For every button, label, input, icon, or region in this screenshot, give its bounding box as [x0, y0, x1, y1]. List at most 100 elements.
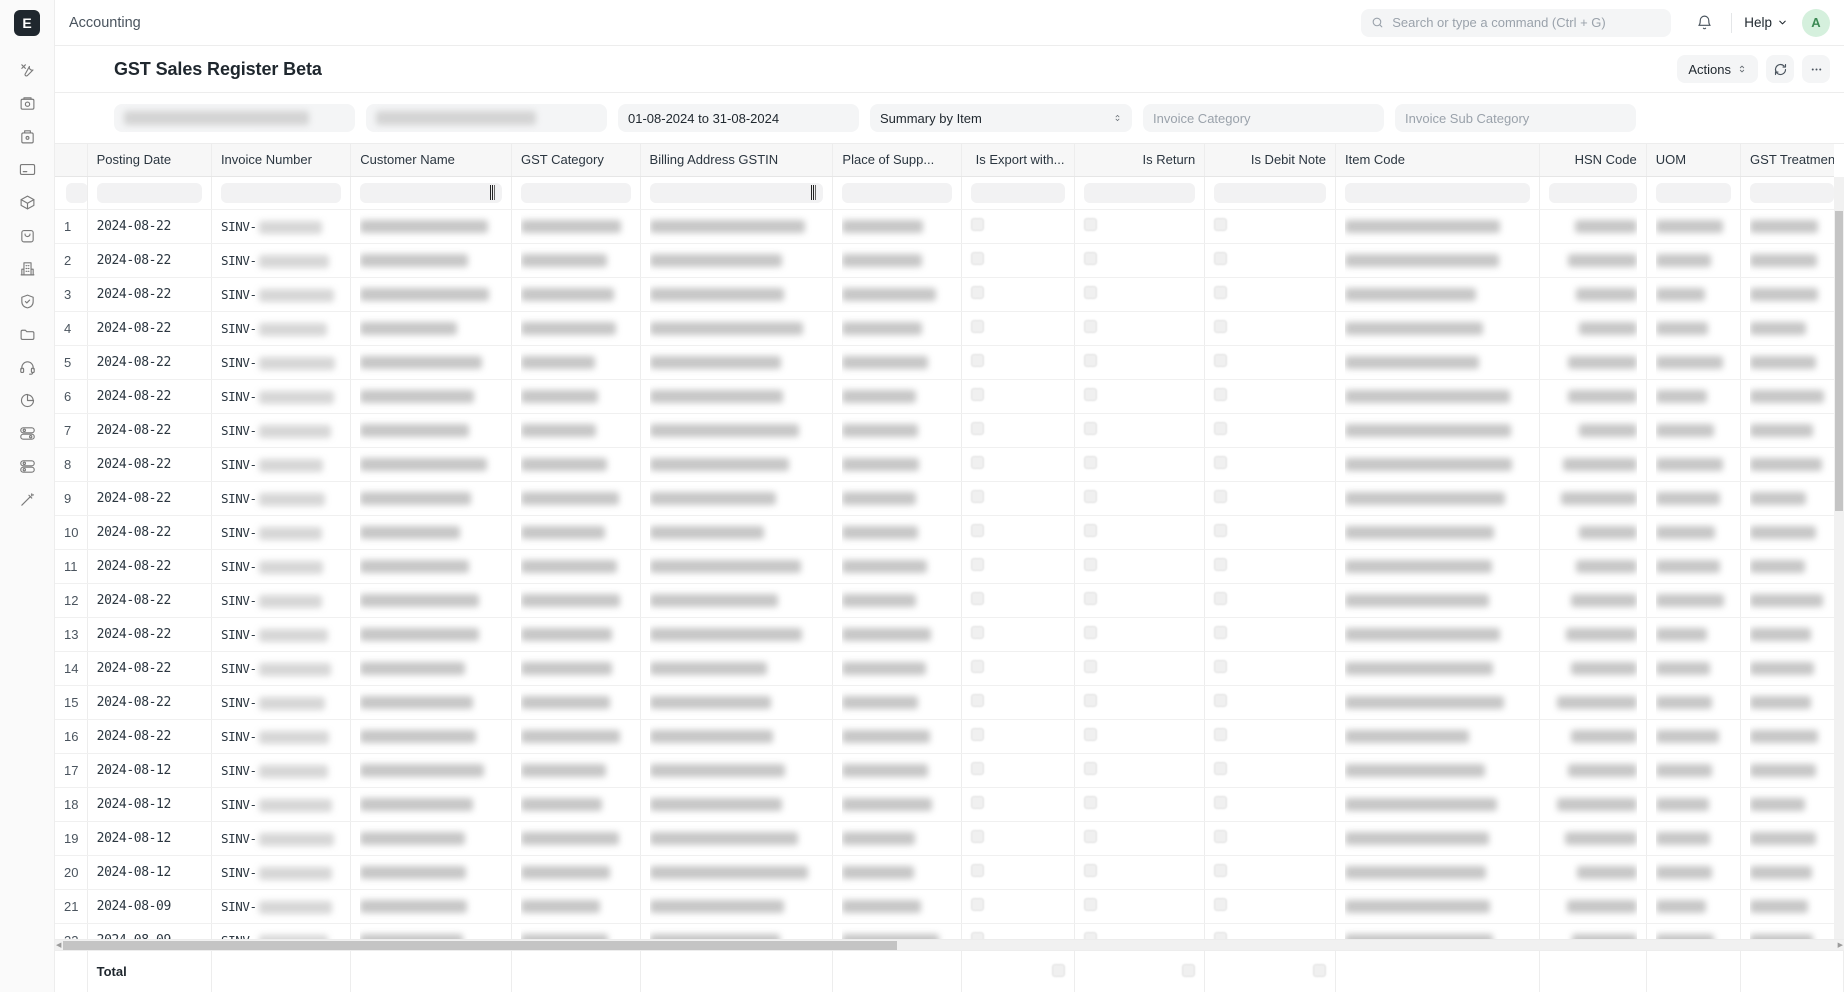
- cell-customer[interactable]: [350, 753, 512, 788]
- checkbox[interactable]: [1083, 490, 1097, 503]
- column-filter-isdebit[interactable]: [1204, 176, 1336, 210]
- cell-invoice[interactable]: SINV-: [211, 685, 352, 720]
- cell-isexport[interactable]: [961, 889, 1075, 924]
- column-header-treatment[interactable]: GST Treatment: [1740, 144, 1834, 177]
- cell-uom[interactable]: [1646, 447, 1742, 482]
- cell-customer[interactable]: [350, 345, 512, 380]
- cell-invoice[interactable]: SINV-: [211, 311, 352, 346]
- checkbox[interactable]: [1214, 456, 1228, 469]
- cell-idx[interactable]: 10: [55, 515, 88, 550]
- cell-idx[interactable]: 16: [55, 719, 88, 754]
- cell-gstin[interactable]: [640, 787, 834, 822]
- cell-isreturn[interactable]: [1074, 651, 1206, 686]
- cell-isdebit[interactable]: [1204, 685, 1336, 720]
- checkbox[interactable]: [1214, 252, 1228, 265]
- checkbox[interactable]: [1182, 963, 1196, 977]
- cell-gstin[interactable]: [640, 515, 834, 550]
- date-range-filter[interactable]: 01-08-2024 to 31-08-2024: [618, 104, 859, 132]
- cell-place[interactable]: [832, 889, 962, 924]
- cell-isreturn[interactable]: [1074, 685, 1206, 720]
- checkbox[interactable]: [971, 456, 984, 469]
- cell-gstcat[interactable]: [511, 243, 641, 278]
- cell-gstcat[interactable]: [511, 311, 641, 346]
- checkbox[interactable]: [1214, 218, 1228, 231]
- table-row[interactable]: 8 2024-08-22 SINV-: [55, 447, 1834, 482]
- cell-hsn[interactable]: [1539, 413, 1647, 448]
- cell-treatment[interactable]: [1740, 481, 1834, 516]
- cell-itemcode[interactable]: [1335, 515, 1540, 550]
- cell-idx[interactable]: 7: [55, 413, 88, 448]
- cell-customer[interactable]: [350, 243, 512, 278]
- cell-hsn[interactable]: [1539, 345, 1647, 380]
- column-header-gstin[interactable]: Billing Address GSTIN: [640, 144, 834, 177]
- sidebar-item-stock[interactable]: [11, 186, 44, 219]
- column-filter-input[interactable]: [96, 183, 202, 203]
- cell-idx[interactable]: 20: [55, 855, 88, 890]
- cell-gstcat[interactable]: [511, 515, 641, 550]
- cell-hsn[interactable]: [1539, 583, 1647, 618]
- cell-hsn[interactable]: [1539, 685, 1647, 720]
- cell-place[interactable]: [832, 345, 962, 380]
- sidebar-item-support[interactable]: [11, 351, 44, 384]
- cell-place[interactable]: [832, 243, 962, 278]
- cell-isexport[interactable]: [961, 651, 1075, 686]
- checkbox[interactable]: [971, 660, 984, 673]
- cell-posting[interactable]: 2024-08-12: [87, 787, 212, 822]
- table-row[interactable]: 20 2024-08-12 SINV-: [55, 855, 1834, 890]
- cell-isexport[interactable]: [961, 515, 1075, 550]
- cell-idx[interactable]: 21: [55, 889, 88, 924]
- cell-posting[interactable]: 2024-08-22: [87, 515, 212, 550]
- cell-itemcode[interactable]: [1335, 345, 1540, 380]
- cell-isdebit[interactable]: [1204, 889, 1336, 924]
- cell-gstin[interactable]: [640, 209, 834, 244]
- cell-customer[interactable]: [350, 685, 512, 720]
- checkbox[interactable]: [1214, 558, 1228, 571]
- cell-posting[interactable]: 2024-08-22: [87, 651, 212, 686]
- cell-place[interactable]: [832, 719, 962, 754]
- cell-posting[interactable]: 2024-08-22: [87, 447, 212, 482]
- cell-uom[interactable]: [1646, 889, 1742, 924]
- cell-itemcode[interactable]: [1335, 277, 1540, 312]
- cell-customer[interactable]: [350, 413, 512, 448]
- column-header-posting[interactable]: Posting Date: [87, 144, 212, 177]
- column-filter-uom[interactable]: [1646, 176, 1742, 210]
- checkbox[interactable]: [971, 286, 984, 299]
- cell-isexport[interactable]: [961, 685, 1075, 720]
- cell-gstin[interactable]: [640, 923, 834, 939]
- cell-isdebit[interactable]: [1204, 549, 1336, 584]
- cell-invoice[interactable]: SINV-: [211, 719, 352, 754]
- sidebar-item-payments[interactable]: [11, 153, 44, 186]
- cell-gstcat[interactable]: [511, 617, 641, 652]
- table-row[interactable]: 15 2024-08-22 SINV-: [55, 685, 1834, 720]
- cell-uom[interactable]: [1646, 651, 1742, 686]
- invoice-sub-category-filter[interactable]: Invoice Sub Category: [1395, 104, 1636, 132]
- cell-treatment[interactable]: [1740, 277, 1834, 312]
- cell-hsn[interactable]: [1539, 787, 1647, 822]
- table-row[interactable]: 4 2024-08-22 SINV-: [55, 311, 1834, 346]
- column-header-idx[interactable]: [55, 144, 88, 177]
- checkbox[interactable]: [1083, 320, 1097, 333]
- cell-posting[interactable]: 2024-08-22: [87, 345, 212, 380]
- app-logo[interactable]: E: [14, 10, 40, 36]
- cell-treatment[interactable]: [1740, 821, 1834, 856]
- cell-itemcode[interactable]: [1335, 549, 1540, 584]
- cell-customer[interactable]: [350, 447, 512, 482]
- refresh-button[interactable]: [1766, 55, 1794, 83]
- cell-isreturn[interactable]: [1074, 345, 1206, 380]
- cell-gstcat[interactable]: [511, 889, 641, 924]
- cell-hsn[interactable]: [1539, 209, 1647, 244]
- cell-treatment[interactable]: [1740, 447, 1834, 482]
- column-filter-input[interactable]: [1214, 183, 1326, 203]
- cell-idx[interactable]: 13: [55, 617, 88, 652]
- cell-gstin[interactable]: [640, 243, 834, 278]
- cell-gstin[interactable]: [640, 821, 834, 856]
- cell-customer[interactable]: [350, 583, 512, 618]
- column-header-invoice[interactable]: Invoice Number: [211, 144, 352, 177]
- cell-customer[interactable]: [350, 923, 512, 939]
- table-row[interactable]: 5 2024-08-22 SINV-: [55, 345, 1834, 380]
- cell-gstcat[interactable]: [511, 481, 641, 516]
- horizontal-scrollbar-thumb[interactable]: [63, 941, 897, 950]
- cell-posting[interactable]: 2024-08-09: [87, 923, 212, 939]
- cell-place[interactable]: [832, 651, 962, 686]
- cell-itemcode[interactable]: [1335, 753, 1540, 788]
